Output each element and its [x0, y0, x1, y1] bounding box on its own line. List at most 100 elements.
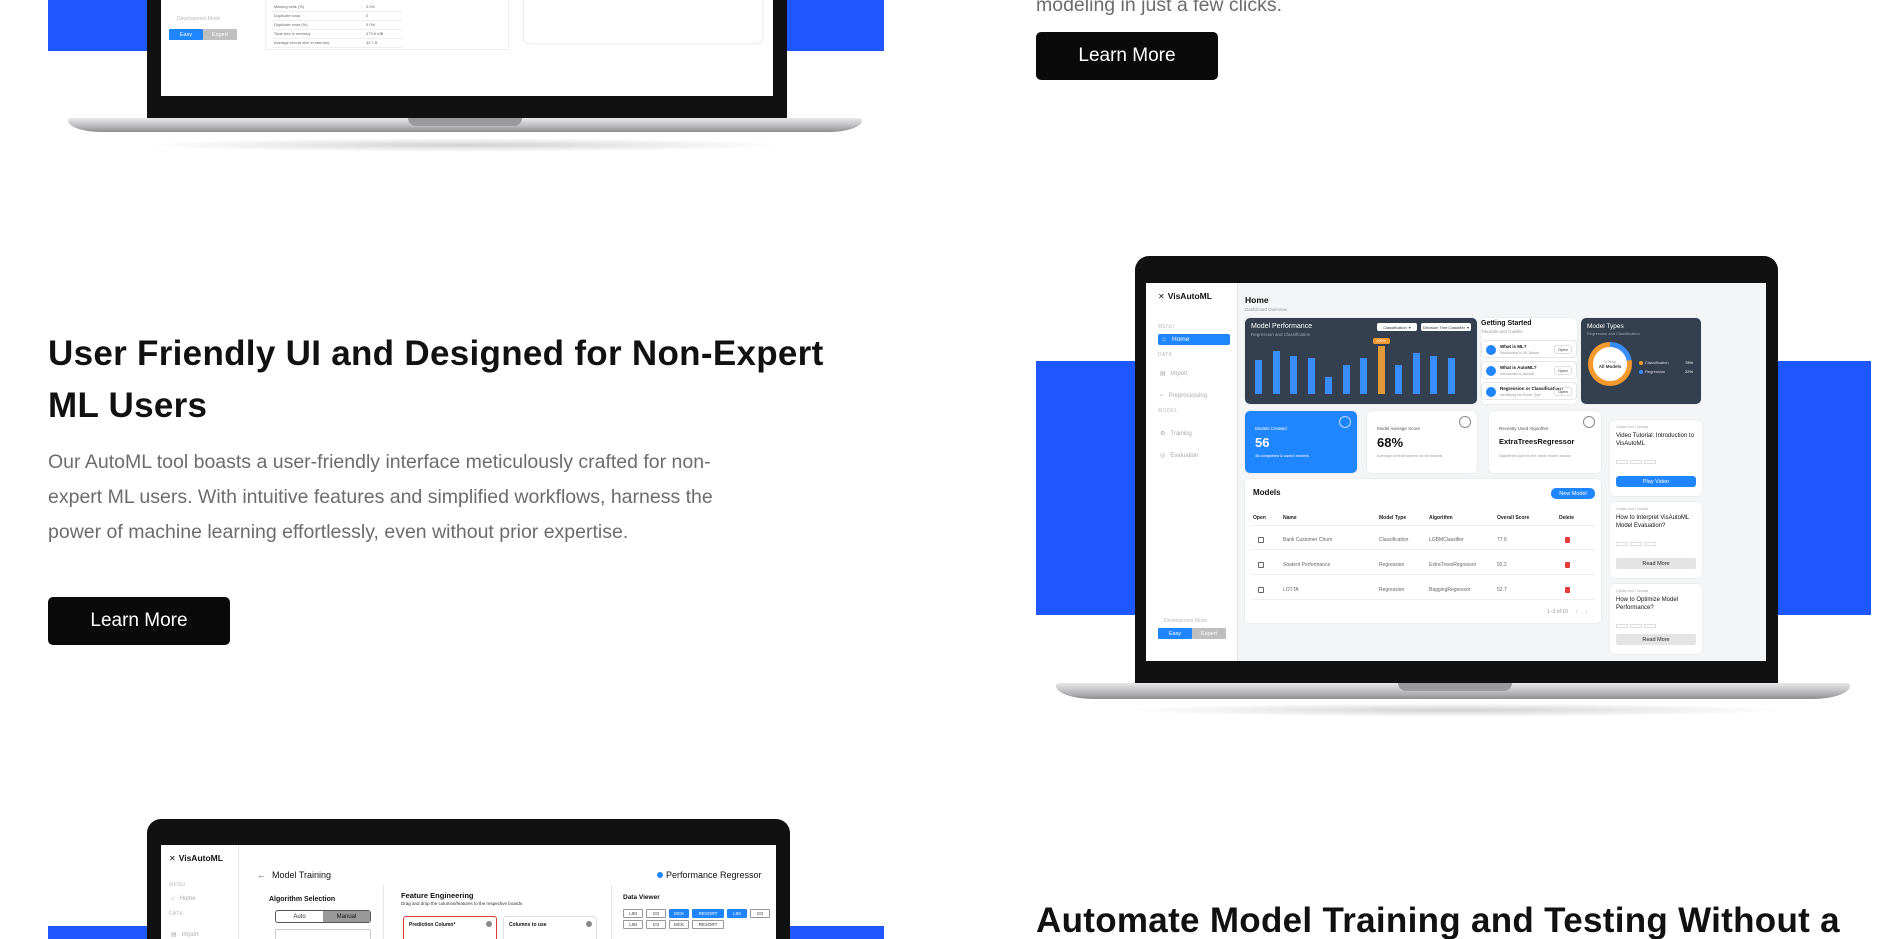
open-model-icon[interactable]: [1258, 562, 1264, 568]
tutorial-title: How to Interpret VisAutoML Model Evaluat…: [1616, 515, 1690, 529]
data-viewer-title: Data Viewer: [623, 894, 660, 901]
top-expert-toggle[interactable]: Expert: [203, 29, 237, 40]
import-icon: ▤: [1160, 371, 1166, 377]
data-chip[interactable]: MCK: [669, 909, 689, 918]
perf-bar: [1255, 360, 1262, 394]
legend-name: Regression: [1645, 369, 1666, 374]
algo-label: Recently Used Algorithm: [1499, 426, 1549, 431]
expert-toggle[interactable]: Expert: [1192, 628, 1226, 639]
model-types-donut: In Total All Models: [1588, 342, 1632, 386]
data-chip[interactable]: MCK: [669, 920, 689, 929]
delete-icon[interactable]: [1565, 537, 1570, 543]
back-arrow-icon[interactable]: ←: [257, 870, 266, 880]
table-header: Open: [1253, 515, 1266, 521]
tag-chip: [1644, 460, 1656, 464]
help-icon: [1486, 366, 1496, 376]
models-created-card: Models Created 56 46 completed & saved m…: [1245, 411, 1357, 473]
model-type: Classification: [1379, 537, 1409, 543]
tag-chip: [1644, 624, 1656, 628]
data-chip[interactable]: LIM: [623, 909, 643, 918]
algo-input[interactable]: [275, 929, 371, 939]
open-model-icon[interactable]: [1258, 537, 1264, 543]
columns-to-use-label: Columns to use: [509, 922, 547, 928]
tag-chip: [1630, 624, 1642, 628]
fe-subtitle: Drag and drop the columns/features to th…: [401, 901, 523, 906]
middle-learn-more-button[interactable]: Learn More: [48, 597, 230, 645]
delete-icon[interactable]: [1565, 562, 1570, 568]
play-video-button[interactable]: Play Video: [1616, 476, 1696, 487]
bottom-app-logo: ✕ VisAutoML: [169, 853, 223, 863]
data-chip[interactable]: LIM: [727, 909, 747, 918]
columns-to-use-board[interactable]: Columns to use: [503, 916, 597, 939]
preprocessing-icon: ⌁: [1160, 393, 1164, 399]
auto-manual-toggle[interactable]: Auto Manual: [275, 910, 371, 923]
data-chip[interactable]: IOI: [750, 909, 770, 918]
header-divider: [1251, 525, 1595, 526]
tag-chip: [1616, 624, 1628, 628]
gs-open-button[interactable]: Open: [1554, 387, 1572, 396]
bottom-sidebar-item-import[interactable]: ▤ Import: [171, 931, 199, 938]
sidebar-item-training[interactable]: ⚙ Training: [1160, 430, 1192, 437]
prediction-column-board[interactable]: Prediction Column*: [403, 916, 497, 939]
bottom-laptop-screen: ✕ VisAutoML MENU ⌂ Home DATA ▤ Import ← Mode…: [147, 819, 790, 939]
chevron-left-icon[interactable]: ‹: [1576, 609, 1578, 615]
bottom-page-title: ← Model Training: [257, 870, 332, 880]
data-chip[interactable]: RESORT: [692, 909, 724, 918]
stat-label: Missing cells (%): [274, 4, 305, 9]
sidebar-item-preprocessing[interactable]: ⌁ Preprocessing: [1160, 392, 1207, 399]
row-divider: [272, 11, 402, 12]
app-sidebar: ✕ VisAutoML MENU ⌂ Home DATA ▤ Import ⌁ Prep…: [1146, 283, 1238, 661]
top-easy-toggle[interactable]: Easy: [169, 29, 203, 40]
middle-laptop-shadow: [1120, 703, 1790, 717]
auto-option[interactable]: Auto: [276, 911, 323, 922]
created-label: Models Created: [1255, 426, 1287, 431]
data-chip[interactable]: LIM: [623, 920, 643, 929]
evaluation-icon: ◎: [1160, 453, 1166, 459]
read-more-button[interactable]: Read More: [1616, 558, 1696, 569]
sidebar-item-import[interactable]: ▤ Import: [1160, 370, 1188, 377]
middle-laptop-notch: [1398, 683, 1512, 691]
sidebar-item-evaluation[interactable]: ◎ Evaluation: [1160, 452, 1198, 459]
pagination[interactable]: 1–3 of 10 ‹ ›: [1547, 609, 1587, 615]
row-divider: [1251, 599, 1595, 600]
tag-chip: [1644, 542, 1656, 546]
tag-chip: [1630, 542, 1642, 546]
created-sub: 46 completed & saved models: [1255, 453, 1309, 458]
tag-chip: [1616, 460, 1628, 464]
row-divider: [272, 47, 402, 48]
perf-bar: [1395, 365, 1402, 394]
bottom-app-sidebar: ✕ VisAutoML MENU ⌂ Home DATA ▤ Import: [161, 845, 239, 939]
data-chip[interactable]: RESORT: [692, 920, 724, 929]
perf-bar: [1325, 377, 1332, 394]
top-stats-table: Missing cells (%) 0.0% Duplicate rows 0 Dupl…: [265, 0, 509, 50]
new-model-button[interactable]: New Model: [1551, 488, 1595, 499]
bottom-laptop-display: ✕ VisAutoML MENU ⌂ Home DATA ▤ Import ← Mode…: [161, 845, 776, 939]
gs-item: Regression or Classification? Identifying…: [1481, 382, 1577, 400]
bottom-sidebar-item-home[interactable]: ⌂ Home: [171, 896, 196, 902]
open-model-icon[interactable]: [1258, 587, 1264, 593]
top-learn-more-button[interactable]: Learn More: [1036, 32, 1218, 80]
stat-value: 0.0%: [366, 22, 376, 27]
row-divider: [272, 20, 402, 21]
read-more-button[interactable]: Read More: [1616, 634, 1696, 645]
stat-value: 473.6 KiB: [366, 31, 384, 36]
dev-mode-label: Development Mode: [1164, 618, 1208, 624]
data-chip[interactable]: IOI: [646, 920, 666, 929]
tutorial-tags: [1616, 542, 1656, 546]
gs-open-button[interactable]: Open: [1554, 345, 1572, 354]
mt-subtitle: Regression and Classification: [1587, 331, 1640, 336]
model-performance-card: Model Performance Regression and Classif…: [1245, 318, 1477, 404]
stat-value: 0.0%: [366, 4, 376, 9]
delete-icon[interactable]: [1565, 587, 1570, 593]
model-algorithm: ExtraTreesRegressor: [1429, 562, 1477, 568]
row-divider: [1251, 549, 1595, 550]
tutorial-tags: [1616, 460, 1656, 464]
gs-open-button[interactable]: Open: [1554, 366, 1572, 375]
model-type: Regression: [1379, 587, 1405, 593]
sidebar-item-home[interactable]: ⌂ Home: [1158, 334, 1230, 345]
manual-option[interactable]: Manual: [323, 911, 370, 922]
easy-toggle[interactable]: Easy: [1158, 628, 1192, 639]
data-chip[interactable]: IOI: [646, 909, 666, 918]
chevron-right-icon[interactable]: ›: [1586, 609, 1588, 615]
gs-item-title: What is AutoML?: [1500, 365, 1537, 370]
